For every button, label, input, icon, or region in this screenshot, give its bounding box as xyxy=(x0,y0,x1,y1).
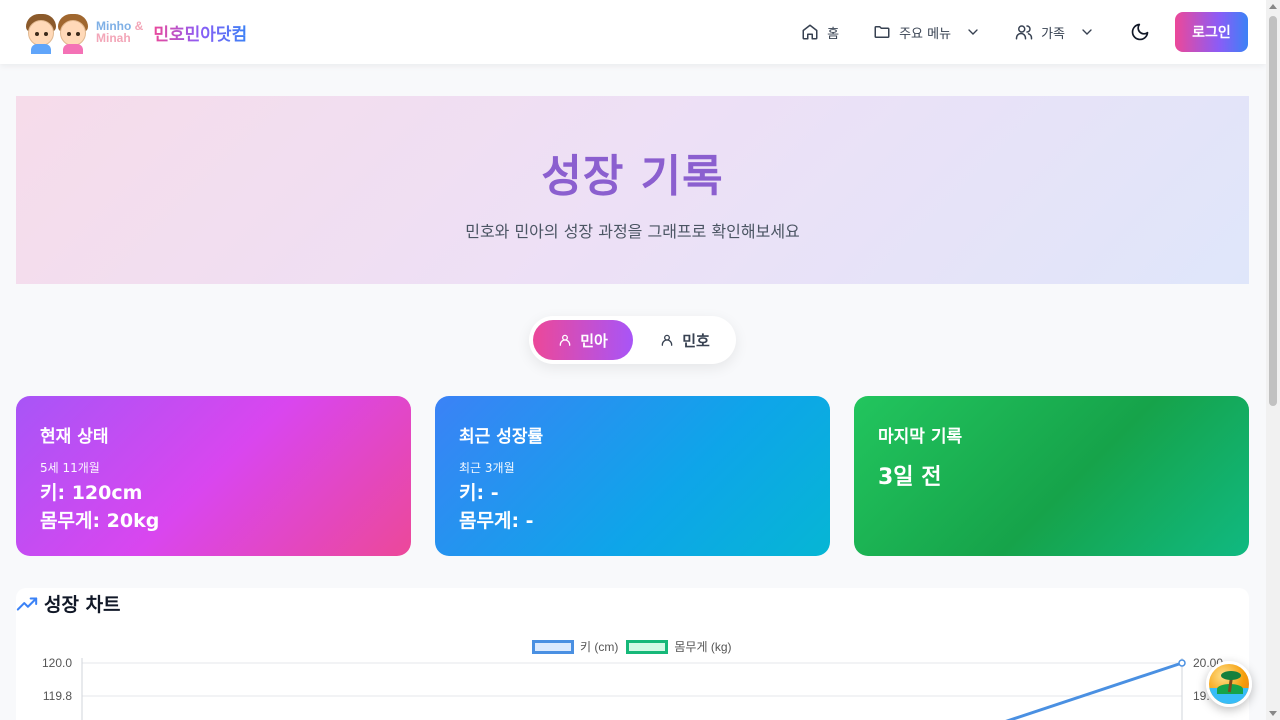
last-record-card: 마지막 기록 3일 전 xyxy=(854,396,1249,556)
user-icon xyxy=(559,334,571,346)
scroll-down-arrow[interactable] xyxy=(1269,711,1277,716)
trending-up-icon xyxy=(16,596,38,611)
tab-minah-label: 민아 xyxy=(580,331,608,350)
legend-swatch-height[interactable] xyxy=(532,639,574,654)
home-icon xyxy=(802,24,818,40)
page-subtitle: 민호와 민아의 성장 과정을 그래프로 확인해보세요 xyxy=(465,222,800,241)
page-scrollbar[interactable] xyxy=(1266,0,1280,720)
current-status-card: 현재 상태 5세 11개월 키: 120cm 몸무게: 20kg xyxy=(16,396,411,556)
card-title: 현재 상태 xyxy=(40,427,109,447)
hero-banner: 성장 기록 민호와 민아의 성장 과정을 그래프로 확인해보세요 xyxy=(16,96,1249,284)
legend-label-height: 키 (cm) xyxy=(580,640,619,654)
chart-title: 성장 차트 xyxy=(44,594,121,616)
kids-mascot-icon xyxy=(18,10,92,54)
nav-home[interactable]: 홈 xyxy=(801,12,839,52)
nav-family-label: 가족 xyxy=(1041,26,1065,42)
height-series-line xyxy=(1005,661,1183,720)
chevron-down-icon xyxy=(1082,29,1092,35)
scrollbar-thumb[interactable] xyxy=(1269,16,1277,406)
brand-ampersand: & xyxy=(134,19,144,33)
y-left-tick: 120.0 xyxy=(42,656,72,670)
tab-minho[interactable]: 민호 xyxy=(639,320,731,360)
growth-rate-card: 최근 성장률 최근 3개월 키: - 몸무게: - xyxy=(435,396,830,556)
scroll-up-arrow[interactable] xyxy=(1269,4,1277,9)
login-button[interactable]: 로그인 xyxy=(1175,12,1248,52)
legend-label-weight: 몸무게 (kg) xyxy=(674,640,732,654)
chart-heading: 성장 차트 xyxy=(16,590,121,617)
theme-toggle-button[interactable] xyxy=(1129,21,1151,43)
chart-legend: 키 (cm) 몸무게 (kg) xyxy=(532,638,732,655)
top-navbar: Minho & Minah 민호민아닷컴 홈 주요 메뉴 가족 로그인 xyxy=(0,0,1266,64)
users-icon xyxy=(1015,25,1033,40)
floating-island-button[interactable] xyxy=(1206,661,1252,707)
page-title: 성장 기록 xyxy=(541,151,724,202)
chevron-down-icon xyxy=(968,29,978,35)
card-title: 최근 성장률 xyxy=(459,427,544,447)
tab-minho-label: 민호 xyxy=(682,331,710,350)
growth-chart-panel: 120.0 119.8 20.00 19. 성장 차트 키 (cm) 몸무게 (… xyxy=(16,588,1249,720)
tab-minah[interactable]: 민아 xyxy=(533,320,633,360)
palm-tree-icon xyxy=(1221,671,1241,680)
y-left-tick: 119.8 xyxy=(43,689,72,703)
moon-icon xyxy=(1131,23,1149,41)
brand-minah: Minah xyxy=(96,31,131,45)
child-selector: 민아 민호 xyxy=(529,316,736,364)
folder-icon xyxy=(874,26,890,38)
main-nav: 홈 주요 메뉴 가족 로그인 xyxy=(801,12,1248,52)
card-age: 5세 11개월 xyxy=(40,461,100,475)
site-logo[interactable]: Minho & Minah 민호민아닷컴 xyxy=(18,10,247,54)
height-data-point[interactable] xyxy=(1178,659,1186,667)
brand-korean: 민호민아닷컴 xyxy=(153,20,247,45)
card-weight: 몸무게: 20kg xyxy=(40,510,160,532)
nav-main-menu-label: 주요 메뉴 xyxy=(899,26,952,42)
card-height-rate: 키: - xyxy=(459,482,499,504)
nav-home-label: 홈 xyxy=(827,26,840,42)
user-icon xyxy=(661,334,673,346)
brand-english: Minho & Minah xyxy=(96,20,143,44)
legend-swatch-weight[interactable] xyxy=(626,639,669,654)
nav-main-menu[interactable]: 주요 메뉴 xyxy=(873,12,981,52)
card-period: 최근 3개월 xyxy=(459,461,515,475)
card-title: 마지막 기록 xyxy=(878,427,963,447)
nav-family[interactable]: 가족 xyxy=(1015,12,1095,52)
last-record-time: 3일 전 xyxy=(878,465,942,490)
card-weight-rate: 몸무게: - xyxy=(459,510,534,532)
card-height: 키: 120cm xyxy=(40,482,143,504)
